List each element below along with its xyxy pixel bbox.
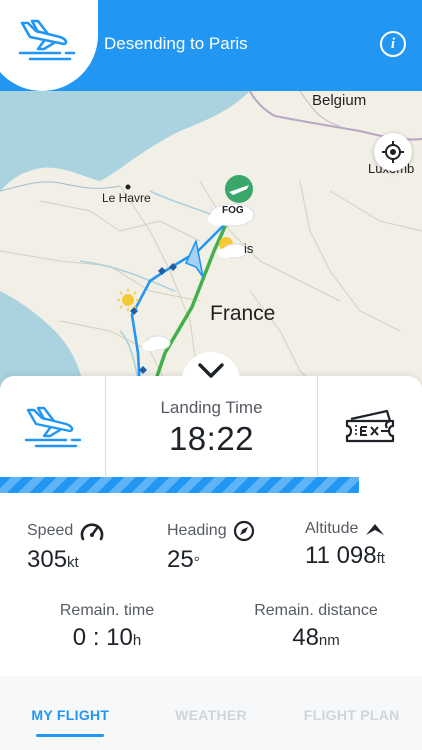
bottom-tab-bar: MY FLIGHT WEATHER FLIGHT PLAN <box>0 676 422 750</box>
info-icon[interactable]: i <box>380 31 406 57</box>
landing-summary: Landing Time 18:22 <box>0 376 422 476</box>
remain-distance-stat: Remain. distance 48nm <box>240 602 392 652</box>
logo-badge <box>0 0 98 91</box>
active-tab-indicator <box>36 734 104 737</box>
map-label-belgium: Belgium <box>312 92 367 109</box>
speed-stat: Speed 305kt <box>27 520 105 574</box>
landing-time-block: Landing Time 18:22 <box>106 376 318 476</box>
remain-distance-value: 48 <box>292 624 319 651</box>
sun-icon <box>117 289 139 311</box>
altitude-label: Altitude <box>305 520 359 537</box>
speed-unit: kt <box>67 554 79 571</box>
heading-stat: Heading 25° <box>167 520 255 574</box>
map-label-fog: FOG <box>222 205 244 216</box>
plane-landing-icon <box>24 406 81 448</box>
plane-landing-icon <box>18 19 76 61</box>
heading-unit: ° <box>193 554 200 571</box>
heading-label: Heading <box>167 522 227 539</box>
speedometer-icon <box>80 523 104 541</box>
locate-button[interactable] <box>374 133 412 171</box>
altitude-arrow-icon <box>366 524 385 535</box>
altitude-value: 11 098 <box>305 542 377 569</box>
remain-time-unit: h <box>132 632 142 649</box>
map-base <box>0 91 422 391</box>
tab-my-flight[interactable]: MY FLIGHT <box>0 676 141 750</box>
speed-value: 305 <box>27 546 68 573</box>
remain-time-stat: Remain. time 0 : 10h <box>36 602 178 652</box>
remain-distance-unit: nm <box>318 632 340 649</box>
tab-flight-plan[interactable]: FLIGHT PLAN <box>281 676 422 750</box>
remain-time-value: 0 : 10 <box>72 624 133 651</box>
landing-time-value: 18:22 <box>168 420 255 457</box>
map-label-le-havre: Le Havre <box>102 191 151 205</box>
boarding-pass-button[interactable] <box>318 376 422 476</box>
map-label-paris-fragment: is <box>244 241 254 256</box>
remain-time-label: Remain. time <box>59 602 155 619</box>
speed-label: Speed <box>27 522 74 539</box>
remain-distance-label: Remain. distance <box>254 602 378 619</box>
app-header: Desending to Paris i <box>0 0 422 91</box>
flight-map[interactable]: Belgium Luxemb Le Havre is FOG France <box>0 91 422 391</box>
arrival-button[interactable] <box>0 376 106 476</box>
flight-status-title: Desending to Paris <box>104 34 248 53</box>
crosshair-icon <box>382 141 404 163</box>
heading-value: 25 <box>167 546 194 573</box>
map-label-france: France <box>210 302 276 325</box>
flight-progress-bar <box>0 477 359 493</box>
altitude-unit: ft <box>376 550 385 567</box>
ticket-icon <box>345 409 395 443</box>
landing-time-label: Landing Time <box>160 398 263 417</box>
tab-weather[interactable]: WEATHER <box>141 676 282 750</box>
compass-icon <box>233 520 254 542</box>
altitude-stat: Altitude 11 098ft <box>305 520 386 570</box>
